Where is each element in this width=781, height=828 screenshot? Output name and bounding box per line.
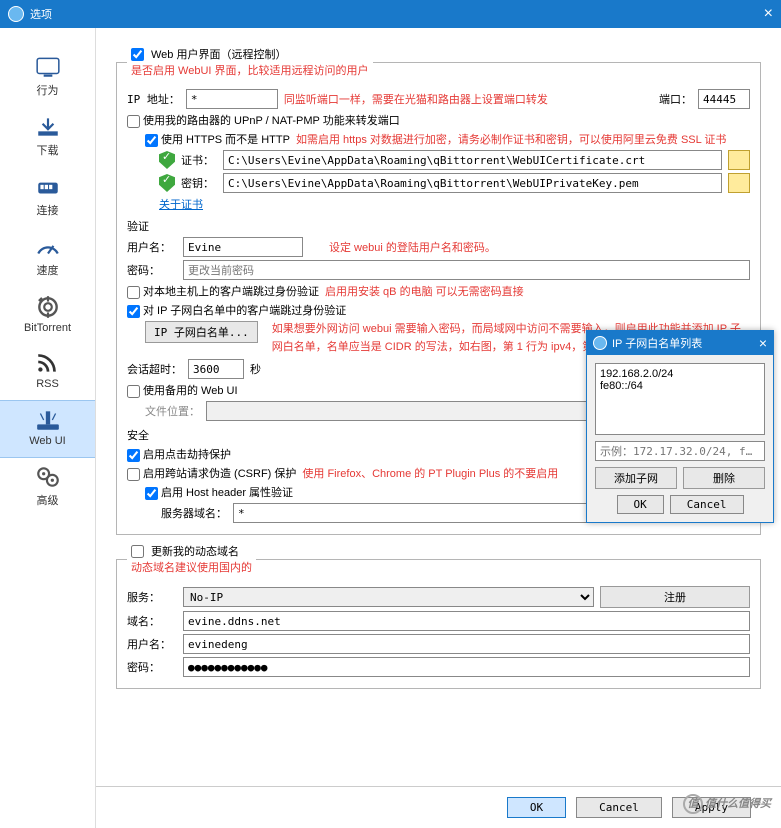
titlebar: 选项 × [0, 0, 781, 28]
about-cert-link[interactable]: 关于证书 [159, 196, 203, 212]
bypass-subnet-label: 对 IP 子网白名单中的客户端跳过身份验证 [143, 305, 346, 317]
sidebar-item-connection[interactable]: 连接 [0, 168, 95, 228]
register-button[interactable]: 注册 [600, 586, 750, 608]
subnet-list[interactable]: 192.168.2.0/24 fe80::/64 [595, 363, 765, 435]
csrf-label: 启用跨站请求伪造 (CSRF) 保护 [143, 468, 296, 480]
alt-webui-label: 使用备用的 Web UI [143, 385, 238, 397]
service-label: 服务： [127, 589, 177, 605]
sidebar-item-behavior[interactable]: 行为 [0, 48, 95, 108]
csrf-note: 使用 Firefox、Chrome 的 PT Plugin Plus 的不要启用 [302, 465, 558, 481]
domain-input[interactable] [183, 611, 750, 631]
bypass-subnet-checkbox[interactable] [127, 305, 140, 318]
key-label: 密钥： [181, 175, 217, 191]
server-domain-label: 服务器域名： [161, 505, 227, 521]
sidebar-item-bittorrent[interactable]: BitTorrent [0, 288, 95, 344]
dd-user-label: 用户名： [127, 636, 177, 652]
sidebar-item-advanced[interactable]: 高级 [0, 458, 95, 518]
port-label: 端口： [659, 91, 692, 107]
session-label: 会话超时： [127, 361, 182, 377]
password-label: 密码： [127, 262, 177, 278]
sidebar-item-webui[interactable]: Web UI [0, 400, 95, 458]
bypass-local-note: 启用用安装 qB 的电脑 可以无需密码直接 [325, 283, 524, 299]
cert-label: 证书： [181, 152, 217, 168]
key-input[interactable] [223, 173, 722, 193]
bypass-local-label: 对本地主机上的客户端跳过身份验证 [143, 286, 319, 298]
sidebar-item-rss[interactable]: RSS [0, 344, 95, 400]
shield-icon [159, 174, 175, 192]
dialog-cancel-button[interactable]: Cancel [670, 495, 744, 514]
dialog-ok-button[interactable]: OK [617, 495, 664, 514]
webui-legend-note: 是否启用 WebUI 界面，比较适用远程访问的用户 [131, 65, 369, 77]
password-input[interactable] [183, 260, 750, 280]
sidebar-item-downloads[interactable]: 下载 [0, 108, 95, 168]
subnet-input[interactable] [595, 441, 765, 461]
cert-browse-button[interactable] [728, 150, 750, 170]
file-location-label: 文件位置： [145, 403, 200, 419]
delete-subnet-button[interactable]: 删除 [683, 467, 765, 489]
dd-pass-input[interactable] [183, 657, 750, 677]
apply-button[interactable]: Apply [672, 797, 751, 818]
service-select[interactable]: No-IP [183, 587, 594, 607]
dialog-title: IP 子网白名单列表 [612, 335, 702, 351]
key-browse-button[interactable] [728, 173, 750, 193]
bottom-bar: OK Cancel Apply [96, 786, 781, 828]
sidebar: 行为 下载 连接 速度 BitTorrent RSS Web UI 高级 [0, 28, 96, 828]
subnet-whitelist-button[interactable]: IP 子网白名单... [145, 321, 258, 343]
dyndns-note: 动态域名建议使用国内的 [131, 562, 252, 574]
dyndns-label: 更新我的动态域名 [151, 543, 239, 559]
window-title: 选项 [30, 6, 52, 22]
port-input[interactable] [698, 89, 750, 109]
host-header-checkbox[interactable] [145, 487, 158, 500]
dyndns-checkbox[interactable] [131, 545, 144, 558]
auth-header: 验证 [127, 218, 750, 234]
username-note: 设定 webui 的登陆用户名和密码。 [329, 239, 496, 255]
dd-user-input[interactable] [183, 634, 750, 654]
list-item[interactable]: fe80::/64 [600, 380, 760, 392]
upnp-checkbox[interactable] [127, 115, 140, 128]
webui-legend-label: Web 用户界面（远程控制） [151, 46, 286, 62]
clickjack-checkbox[interactable] [127, 449, 140, 462]
app-icon [593, 336, 607, 350]
host-header-label: 启用 Host header 属性验证 [161, 487, 293, 499]
clickjack-label: 启用点击劫持保护 [143, 449, 231, 461]
ip-input[interactable] [186, 89, 278, 109]
upnp-label: 使用我的路由器的 UPnP / NAT-PMP 功能来转发端口 [143, 115, 400, 127]
bypass-local-checkbox[interactable] [127, 286, 140, 299]
dd-pass-label: 密码： [127, 659, 177, 675]
ok-button[interactable]: OK [507, 797, 566, 818]
add-subnet-button[interactable]: 添加子网 [595, 467, 677, 489]
session-unit: 秒 [250, 361, 261, 377]
ip-note: 同监听端口一样，需要在光猫和路由器上设置端口转发 [284, 91, 548, 107]
session-timeout-input[interactable] [188, 359, 244, 379]
dyndns-fieldset: 更新我的动态域名 动态域名建议使用国内的 服务： No-IP 注册 域名： 用户… [116, 543, 761, 689]
ip-label: IP 地址： [127, 91, 180, 107]
username-label: 用户名： [127, 239, 177, 255]
enable-webui-checkbox[interactable] [131, 48, 144, 61]
https-label: 使用 HTTPS 而不是 HTTP [161, 134, 290, 146]
shield-icon [159, 151, 175, 169]
https-checkbox[interactable] [145, 134, 158, 147]
sidebar-item-speed[interactable]: 速度 [0, 228, 95, 288]
cancel-button[interactable]: Cancel [576, 797, 662, 818]
window-close-button[interactable]: × [764, 5, 773, 23]
cert-input[interactable] [223, 150, 722, 170]
subnet-dialog: IP 子网白名单列表 × 192.168.2.0/24 fe80::/64 添加… [586, 330, 774, 523]
dialog-close-button[interactable]: × [759, 335, 767, 351]
list-item[interactable]: 192.168.2.0/24 [600, 368, 760, 380]
dialog-titlebar: IP 子网白名单列表 × [587, 331, 773, 355]
https-note: 如需启用 https 对数据进行加密，请务必制作证书和密钥，可以使用阿里云免费 … [296, 131, 726, 147]
alt-webui-checkbox[interactable] [127, 385, 140, 398]
username-input[interactable] [183, 237, 303, 257]
app-icon [8, 6, 24, 22]
domain-label: 域名： [127, 613, 177, 629]
csrf-checkbox[interactable] [127, 468, 140, 481]
